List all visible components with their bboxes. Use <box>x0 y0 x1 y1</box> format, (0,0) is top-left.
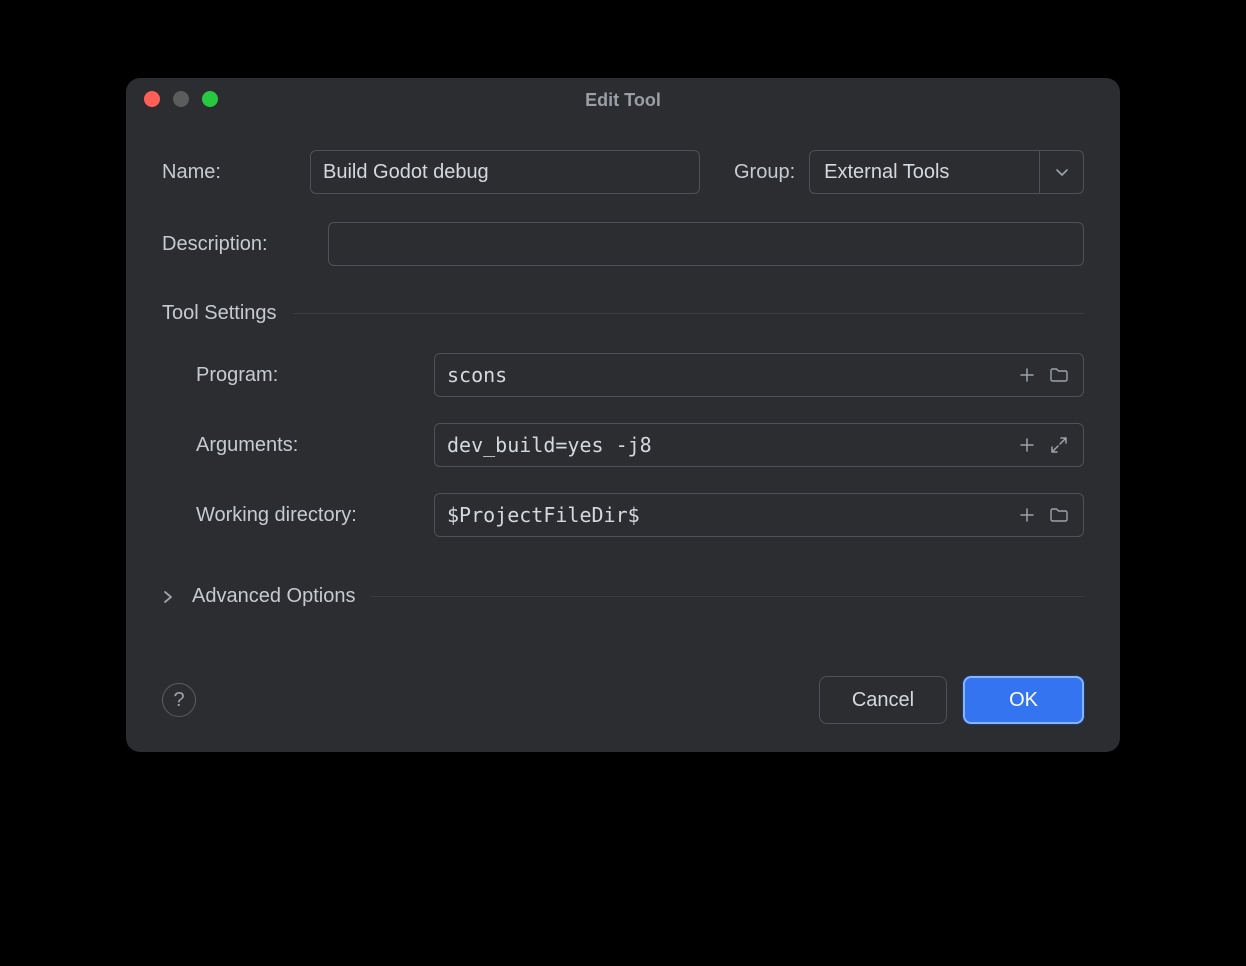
working-directory-label: Working directory: <box>196 504 434 527</box>
ok-button[interactable]: OK <box>963 676 1084 724</box>
folder-icon <box>1049 506 1069 524</box>
advanced-options-toggle[interactable]: Advanced Options <box>162 585 1084 608</box>
program-label: Program: <box>196 364 434 387</box>
arguments-row: Arguments: <box>196 423 1084 467</box>
folder-icon <box>1049 366 1069 384</box>
working-directory-input-group <box>434 493 1084 537</box>
tool-settings-title: Tool Settings <box>162 302 277 325</box>
plus-icon <box>1018 506 1036 524</box>
group-value: External Tools <box>810 161 1039 184</box>
group-label: Group: <box>734 161 795 184</box>
working-directory-insert-macro-button[interactable] <box>1011 499 1043 531</box>
description-input[interactable] <box>328 222 1084 266</box>
name-input[interactable] <box>310 150 700 194</box>
program-insert-macro-button[interactable] <box>1011 359 1043 391</box>
dialog-content: Name: Group: External Tools Description:… <box>126 122 1120 676</box>
cancel-button[interactable]: Cancel <box>819 676 947 724</box>
description-label: Description: <box>162 233 310 256</box>
program-browse-button[interactable] <box>1043 359 1075 391</box>
section-divider <box>293 313 1084 314</box>
window-controls <box>144 91 218 107</box>
name-group-row: Name: Group: External Tools <box>162 150 1084 194</box>
group-combobox[interactable]: External Tools <box>809 150 1084 194</box>
expand-icon <box>1050 436 1068 454</box>
name-label: Name: <box>162 161 310 184</box>
group-dropdown-button[interactable] <box>1039 151 1083 193</box>
close-window-button[interactable] <box>144 91 160 107</box>
arguments-label: Arguments: <box>196 434 434 457</box>
program-input-group <box>434 353 1084 397</box>
arguments-expand-button[interactable] <box>1043 429 1075 461</box>
window-title: Edit Tool <box>585 90 661 111</box>
chevron-right-icon <box>162 590 192 604</box>
minimize-window-button[interactable] <box>173 91 189 107</box>
dialog-footer: ? Cancel OK <box>126 676 1120 752</box>
help-icon: ? <box>173 689 184 712</box>
edit-tool-dialog: Edit Tool Name: Group: External Tools De… <box>126 78 1120 752</box>
program-row: Program: <box>196 353 1084 397</box>
advanced-options-title: Advanced Options <box>192 585 355 608</box>
working-directory-input[interactable] <box>435 494 1011 536</box>
arguments-input[interactable] <box>435 424 1011 466</box>
arguments-input-group <box>434 423 1084 467</box>
zoom-window-button[interactable] <box>202 91 218 107</box>
section-divider <box>371 596 1084 597</box>
arguments-insert-macro-button[interactable] <box>1011 429 1043 461</box>
description-row: Description: <box>162 222 1084 266</box>
program-input[interactable] <box>435 354 1011 396</box>
titlebar: Edit Tool <box>126 78 1120 122</box>
chevron-down-icon <box>1055 165 1069 179</box>
working-directory-row: Working directory: <box>196 493 1084 537</box>
plus-icon <box>1018 436 1036 454</box>
tool-settings-panel: Program: Arguments: <box>162 353 1084 537</box>
working-directory-browse-button[interactable] <box>1043 499 1075 531</box>
plus-icon <box>1018 366 1036 384</box>
tool-settings-header: Tool Settings <box>162 302 1084 325</box>
help-button[interactable]: ? <box>162 683 196 717</box>
